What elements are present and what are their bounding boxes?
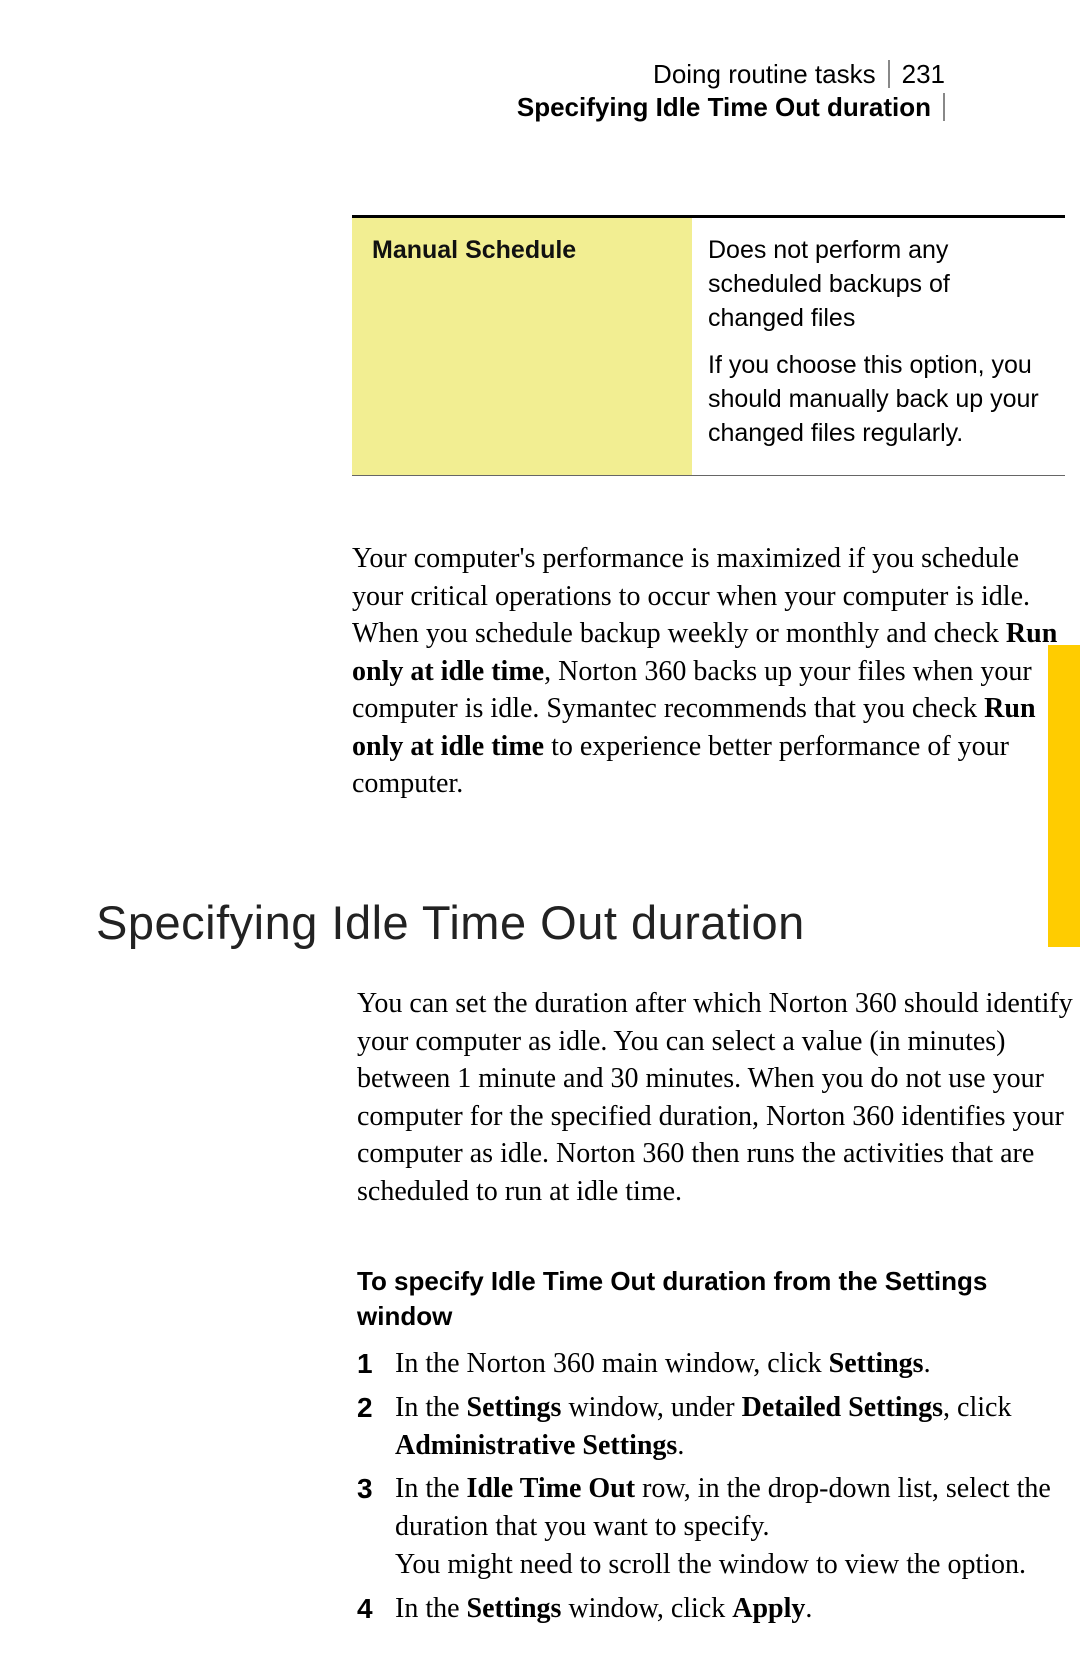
bold-text: Settings	[467, 1593, 562, 1624]
bold-text: Settings	[467, 1392, 562, 1423]
step-number: 4	[357, 1590, 395, 1628]
text: .	[805, 1593, 812, 1624]
text: In the Norton 360 main window, click	[395, 1348, 829, 1379]
table-row-label: Manual Schedule	[352, 218, 692, 475]
bold-text: Settings	[829, 1348, 924, 1379]
step-number: 2	[357, 1389, 395, 1465]
text: .	[924, 1348, 931, 1379]
step-number: 3	[357, 1470, 395, 1583]
bold-text: Idle Time Out	[467, 1473, 636, 1504]
header-top-row: Doing routine tasks 231	[517, 58, 945, 91]
header-sub-row: Specifying Idle Time Out duration	[517, 91, 945, 124]
step-number: 1	[357, 1345, 395, 1383]
text: In the	[395, 1473, 467, 1504]
page-header: Doing routine tasks 231 Specifying Idle …	[517, 58, 945, 123]
list-item: 2 In the Settings window, under Detailed…	[357, 1389, 1073, 1465]
header-divider	[888, 60, 890, 88]
procedure-heading: To specify Idle Time Out duration from t…	[357, 1264, 1073, 1334]
section-heading: Specifying Idle Time Out duration	[96, 895, 805, 950]
bold-text: Apply	[732, 1593, 805, 1624]
text: You might need to scroll the window to v…	[395, 1549, 1026, 1580]
list-item: 4 In the Settings window, click Apply.	[357, 1590, 1073, 1628]
body-paragraph: You can set the duration after which Nor…	[357, 985, 1073, 1210]
bold-text: Detailed Settings	[742, 1392, 943, 1423]
step-text: In the Norton 360 main window, click Set…	[395, 1345, 1073, 1383]
side-tab-marker	[1048, 645, 1080, 947]
text: Your computer's performance is maximized…	[352, 543, 1030, 649]
page: Doing routine tasks 231 Specifying Idle …	[0, 0, 1080, 1680]
schedule-table: Manual Schedule Does not perform any sch…	[352, 215, 1065, 476]
list-item: 3 In the Idle Time Out row, in the drop-…	[357, 1470, 1073, 1583]
table-row-desc: Does not perform any scheduled backups o…	[692, 218, 1065, 475]
table-desc-line: Does not perform any scheduled backups o…	[708, 234, 1045, 335]
text: In the	[395, 1392, 467, 1423]
page-number: 231	[902, 58, 945, 91]
header-divider	[943, 93, 945, 121]
step-text: In the Settings window, click Apply.	[395, 1590, 1073, 1628]
text: .	[677, 1430, 684, 1461]
body-paragraph: Your computer's performance is maximized…	[352, 540, 1067, 803]
text: , click	[943, 1392, 1011, 1423]
bold-text: Administrative Settings	[395, 1430, 677, 1461]
list-item: 1 In the Norton 360 main window, click S…	[357, 1345, 1073, 1383]
section-title: Specifying Idle Time Out duration	[517, 91, 931, 124]
text: window, click	[561, 1593, 732, 1624]
step-text: In the Settings window, under Detailed S…	[395, 1389, 1073, 1465]
step-text: In the Idle Time Out row, in the drop-do…	[395, 1470, 1073, 1583]
text: window, under	[561, 1392, 741, 1423]
chapter-title: Doing routine tasks	[653, 58, 876, 91]
text: In the	[395, 1593, 467, 1624]
table-desc-line: If you choose this option, you should ma…	[708, 349, 1045, 450]
procedure-steps: 1 In the Norton 360 main window, click S…	[357, 1345, 1073, 1634]
